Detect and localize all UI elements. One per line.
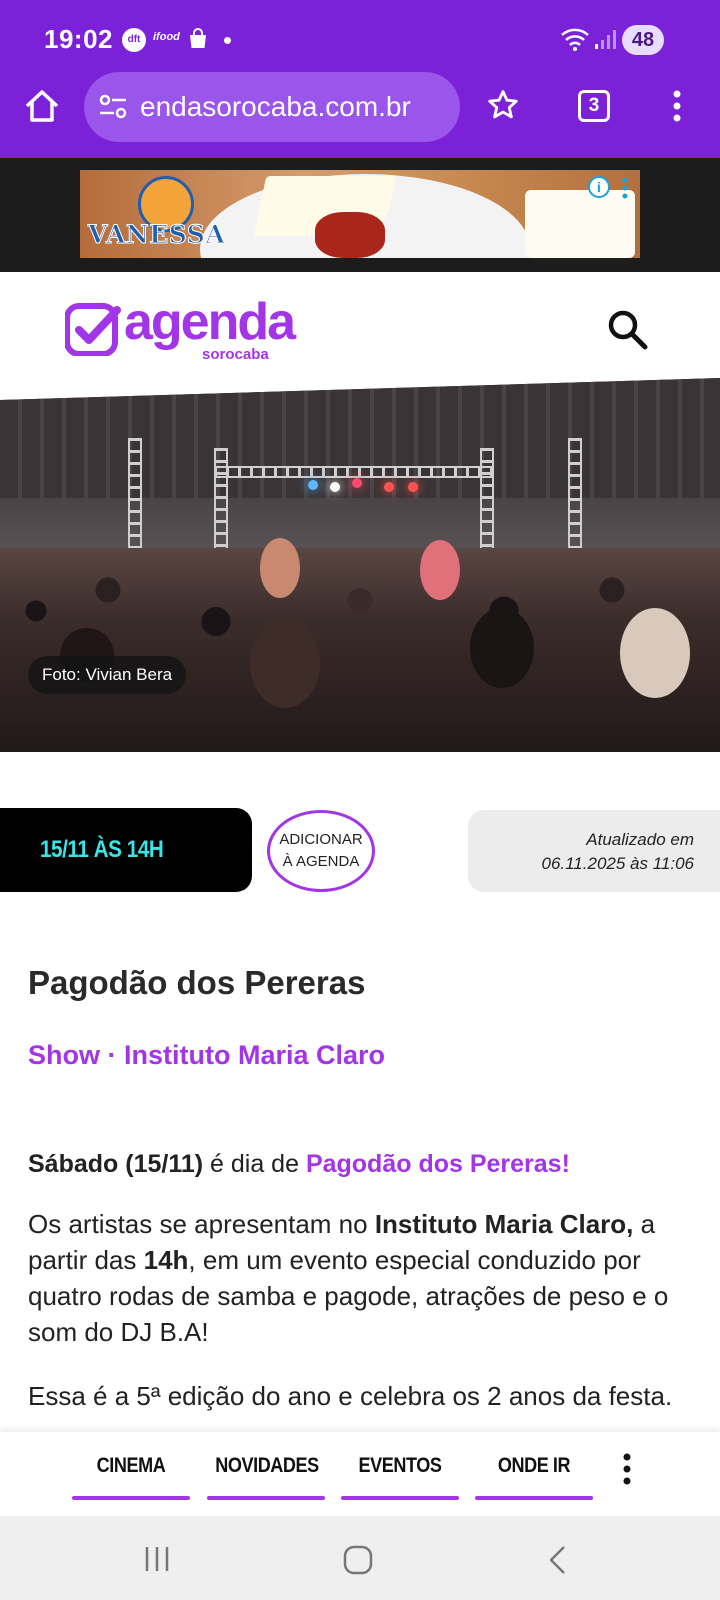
site-header: agenda sorocaba — [0, 272, 720, 387]
stage-light — [384, 482, 394, 492]
nav-underline — [207, 1496, 325, 1500]
photo-credit: Foto: Vivian Bera — [28, 656, 187, 694]
event-title: Pagodão dos Pereras — [28, 964, 366, 1001]
agenda-logo-check-icon[interactable] — [64, 302, 121, 361]
nav-item-label: EVENTOS — [358, 1454, 442, 1477]
crowd-head — [470, 608, 534, 688]
updated-label: Atualizado em — [586, 830, 694, 849]
article-p1-highlight: Pagodão dos Pereras! — [305, 1150, 570, 1178]
updated-info-box: Atualizado em 06.11.2025 às 11:06 — [468, 810, 720, 892]
home-button-icon[interactable] — [342, 1544, 374, 1581]
stage-light — [408, 482, 418, 492]
search-icon[interactable] — [606, 308, 650, 357]
tab-switcher-button[interactable]: 3 — [578, 90, 610, 122]
event-hero-photo — [0, 378, 720, 752]
site-settings-icon[interactable] — [98, 94, 128, 125]
ad-banner[interactable]: VANESSA i — [80, 170, 640, 258]
ad-cheese-wedge-image — [525, 190, 635, 258]
article-p1-date: Sábado (15/11) — [28, 1150, 204, 1178]
article-paragraph-1: Sábado (15/11) é dia de Pagodão dos Pere… — [28, 1146, 698, 1182]
ad-band: VANESSA i — [0, 158, 720, 272]
app-root: 19:02 dft ifood 48 endasorocaba.com.br 3 — [0, 0, 720, 1600]
address-bar[interactable]: endasorocaba.com.br — [84, 72, 460, 142]
nav-underline — [72, 1496, 190, 1500]
system-navigation-bar — [0, 1516, 720, 1600]
dft-app-icon: dft — [122, 28, 146, 52]
ifood-app-icon: ifood — [153, 31, 180, 43]
nav-item-cinema[interactable]: CINEMA — [72, 1454, 190, 1500]
event-date-text: 15/11 ÀS 14H — [40, 836, 164, 863]
home-icon[interactable] — [22, 86, 62, 126]
ad-brand-logo: VANESSA — [87, 220, 226, 250]
nav-item-label: ONDE IR — [497, 1454, 571, 1477]
bookmark-star-icon[interactable] — [486, 88, 520, 127]
event-category-link[interactable]: Show · Instituto Maria Claro — [28, 1040, 385, 1071]
nav-item-novidades[interactable]: NOVIDADES — [207, 1454, 325, 1500]
site-bottom-nav: CINEMA NOVIDADES EVENTOS ONDE IR — [0, 1432, 720, 1516]
add-to-agenda-label-line1: ADICIONAR — [279, 831, 363, 848]
status-bar: 19:02 dft ifood 48 — [0, 0, 720, 70]
more-notifications-dot-icon — [224, 37, 231, 44]
shopping-bag-icon — [186, 27, 210, 56]
article-paragraph-3: Essa é a 5ª edição do ano e celebra os 2… — [28, 1381, 673, 1411]
recent-apps-icon[interactable] — [142, 1544, 172, 1579]
stage-truss-top — [214, 466, 494, 478]
article-paragraph-2: Os artistas se apresentam no Instituto M… — [28, 1206, 702, 1350]
browser-menu-icon[interactable] — [670, 88, 684, 129]
url-text[interactable]: endasorocaba.com.br — [140, 91, 411, 123]
battery-indicator: 48 — [622, 25, 664, 55]
more-menu-icon[interactable] — [620, 1452, 634, 1491]
ad-info-icon[interactable]: i — [588, 176, 610, 198]
nav-item-label: CINEMA — [96, 1454, 166, 1477]
updated-timestamp: 06.11.2025 às 11:06 — [541, 854, 694, 873]
nav-item-eventos[interactable]: EVENTOS — [341, 1454, 459, 1500]
signal-strength-icon — [594, 28, 616, 55]
status-time: 19:02 — [44, 24, 113, 54]
stage-light — [330, 482, 340, 492]
back-icon[interactable] — [546, 1544, 570, 1581]
performer — [420, 540, 460, 600]
site-logo-subtext: sorocaba — [202, 346, 269, 363]
nav-underline — [341, 1496, 459, 1500]
crowd-head — [250, 618, 320, 708]
ad-jam-image — [315, 212, 385, 258]
nav-item-onde-ir[interactable]: ONDE IR — [475, 1454, 593, 1500]
stage-light — [308, 480, 318, 490]
site-logo-text[interactable]: agenda — [124, 292, 296, 352]
article-p2-text-a: Os artistas se apresentam no — [28, 1209, 375, 1239]
add-to-agenda-button[interactable]: ADICIONAR À AGENDA — [267, 810, 375, 892]
browser-toolbar: endasorocaba.com.br 3 — [0, 70, 720, 158]
nav-underline — [475, 1496, 593, 1500]
nav-item-label: NOVIDADES — [215, 1454, 319, 1477]
stage-light — [352, 478, 362, 488]
crowd-head — [620, 608, 690, 698]
article-p2-venue: Instituto Maria Claro, — [374, 1209, 634, 1239]
performer — [260, 538, 300, 598]
add-to-agenda-label-line2: À AGENDA — [282, 853, 360, 870]
wifi-icon — [560, 26, 590, 57]
article-p2-time: 14h — [143, 1245, 189, 1275]
article-p1-text: é dia de — [203, 1150, 306, 1178]
ad-options-icon[interactable] — [620, 176, 630, 200]
event-date-badge: 15/11 ÀS 14H — [0, 808, 252, 892]
